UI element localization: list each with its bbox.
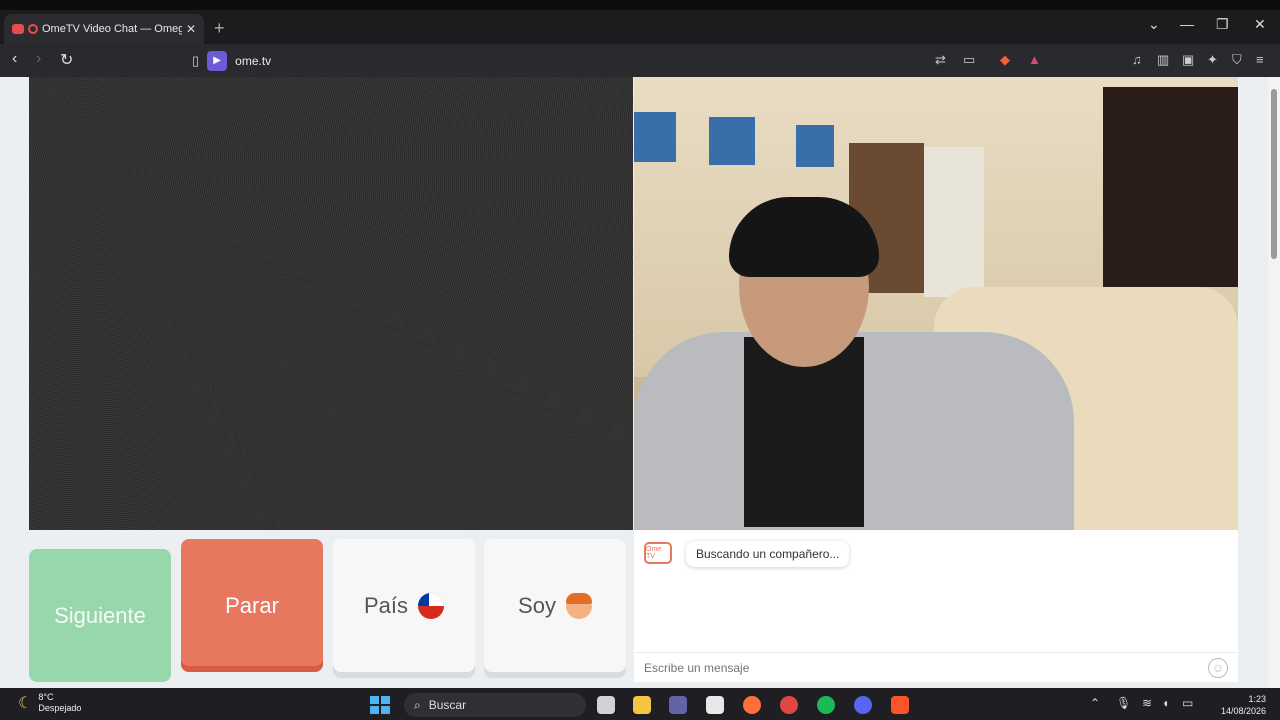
close-tab-icon[interactable]: ✕ <box>186 22 196 36</box>
message-input-row: ☺ <box>634 652 1238 682</box>
maximize-button[interactable]: ❐ <box>1216 16 1229 33</box>
next-button[interactable]: Siguiente <box>29 549 171 682</box>
message-input[interactable] <box>644 660 1208 675</box>
status-message: Buscando un compañero... <box>686 541 850 567</box>
gender-label: Soy <box>518 592 556 618</box>
wallet-icon[interactable]: ▣ <box>1182 52 1194 68</box>
scrollbar-thumb[interactable] <box>1271 89 1277 259</box>
task-view-icon[interactable] <box>597 696 615 714</box>
rewards-icon[interactable]: ▲ <box>1028 52 1041 67</box>
weather-desc: Despejado <box>38 703 82 713</box>
room-curtain <box>924 147 984 297</box>
search-label: Buscar <box>428 698 467 712</box>
wall-poster <box>796 125 834 167</box>
tray-chevron-icon[interactable]: ⌃ <box>1090 696 1100 710</box>
brave-shield-icon[interactable]: ◆ <box>1000 52 1010 68</box>
chile-flag-icon <box>418 592 445 619</box>
close-window-button[interactable]: ✕ <box>1254 16 1266 33</box>
search-icon: ⌕ <box>414 697 421 712</box>
youtube-icon <box>12 24 24 34</box>
next-label: Siguiente <box>54 602 146 628</box>
volume-icon[interactable]: ◖ <box>1162 696 1169 710</box>
page-scrollbar[interactable] <box>1268 77 1280 688</box>
address-bar-row: ‹ › ↻ ▯ ▶ ome.tv ⇄ ▭ ◆ ▲ ♫ ▥ ▣ ✦ ⛉ ≡ <box>0 44 1280 77</box>
weather-widget[interactable]: ☾ 8°C Despejado <box>18 692 81 714</box>
stop-label: Parar <box>225 592 279 618</box>
file-explorer-icon[interactable] <box>633 696 651 714</box>
firefox-icon[interactable] <box>743 696 761 714</box>
ometv-page: Siguiente Parar País Soy Ome TV Buscando… <box>0 77 1268 688</box>
browser-tab[interactable]: OmeTV Video Chat — Omegle ✕ <box>4 14 204 44</box>
battery-icon[interactable]: ▭ <box>1182 696 1193 710</box>
reload-button[interactable]: ↻ <box>60 50 73 70</box>
store-icon[interactable] <box>706 696 724 714</box>
gender-button[interactable]: Soy <box>484 539 626 672</box>
teams-icon[interactable] <box>669 696 687 714</box>
browser-tabstrip: OmeTV Video Chat — Omegle ✕ + ⌄ — ❐ ✕ <box>0 0 1280 44</box>
country-label: País <box>363 592 409 618</box>
vpn-icon[interactable]: ⛉ <box>1232 52 1242 68</box>
back-button[interactable]: ‹ <box>12 50 17 68</box>
clock[interactable]: 1:23 14/08/2026 <box>1210 693 1266 717</box>
translate-icon[interactable]: ⇄ <box>935 52 946 68</box>
windows-start-icon[interactable] <box>370 696 390 714</box>
minimize-button[interactable]: — <box>1180 16 1194 32</box>
ometv-logo-icon: Ome TV <box>644 542 672 564</box>
country-button[interactable]: País <box>333 539 475 672</box>
partner-video-static <box>29 77 633 530</box>
self-camera-video <box>634 77 1238 530</box>
discord-icon[interactable] <box>854 696 872 714</box>
emoji-icon[interactable]: ☺ <box>1208 657 1228 678</box>
tab-list-icon[interactable]: ⌄ <box>1148 16 1160 33</box>
spotify-icon[interactable] <box>817 696 835 714</box>
url-text[interactable]: ome.tv <box>235 54 271 68</box>
wifi-icon[interactable]: ≋ <box>1142 696 1152 710</box>
temperature: 8°C <box>38 692 54 702</box>
stop-button[interactable]: Parar <box>181 539 323 672</box>
music-icon[interactable]: ♫ <box>1132 52 1142 67</box>
brave-icon[interactable] <box>891 696 909 714</box>
microphone-icon[interactable]: 🎙 <box>1116 696 1131 710</box>
forward-button[interactable]: › <box>36 50 41 68</box>
boy-face-icon <box>565 592 592 619</box>
moon-icon: ☾ <box>18 695 33 712</box>
recording-icon <box>28 24 38 34</box>
chat-panel: Ome TV Buscando un compañero... ☺ <box>634 530 1238 682</box>
taskbar-search[interactable]: ⌕ Buscar <box>404 693 586 717</box>
bookmark-icon[interactable]: ▯ <box>192 53 199 69</box>
menu-icon[interactable]: ≡ <box>1256 52 1264 67</box>
sidebar-icon[interactable]: ▥ <box>1157 52 1169 68</box>
chrome-icon[interactable] <box>780 696 798 714</box>
room-shelf <box>1103 87 1238 287</box>
windows-taskbar: ☾ 8°C Despejado ⌕ Buscar ⌃ 🎙 ≋ ◖ ▭ 1:23 … <box>0 688 1280 720</box>
wall-poster <box>709 117 755 165</box>
leo-ai-icon[interactable]: ✦ <box>1207 52 1218 68</box>
new-tab-button[interactable]: + <box>214 18 225 39</box>
date: 14/08/2026 <box>1220 706 1266 716</box>
time: 1:23 <box>1248 694 1266 704</box>
cast-icon[interactable]: ▭ <box>963 52 975 68</box>
site-icon: ▶ <box>207 50 228 71</box>
url-field[interactable]: ▯ ▶ ome.tv <box>192 48 1052 73</box>
wall-poster <box>634 112 676 162</box>
tab-title: OmeTV Video Chat — Omegle <box>42 23 182 35</box>
